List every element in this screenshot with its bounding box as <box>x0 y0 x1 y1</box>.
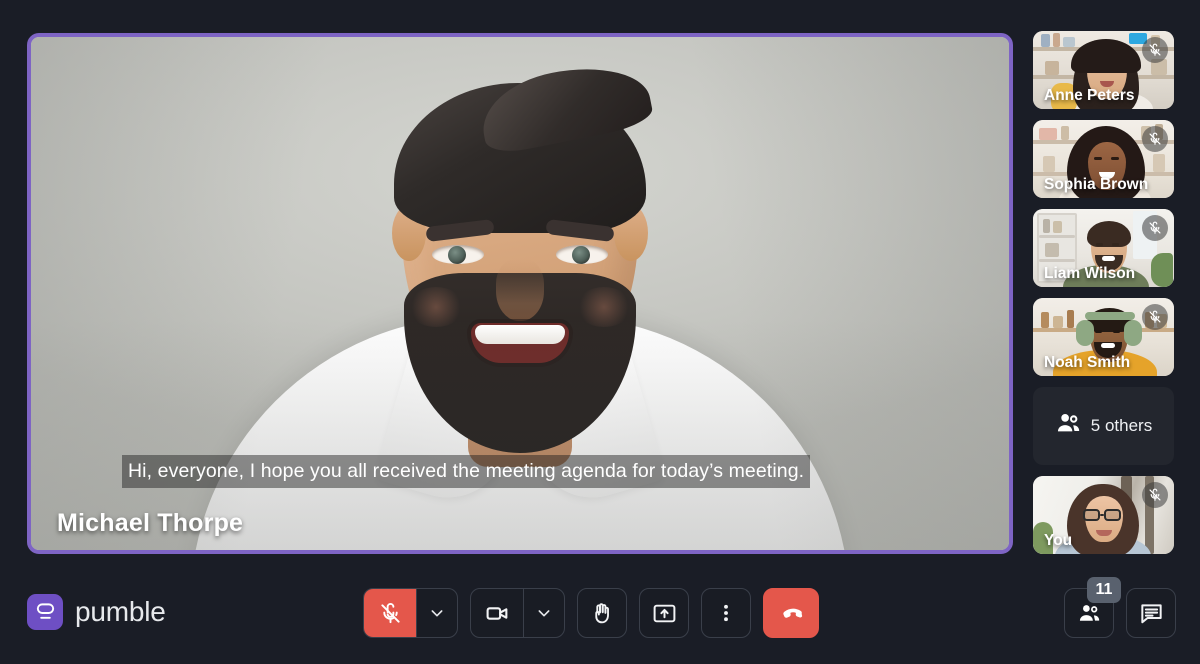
brand-name-label: pumble <box>75 596 166 627</box>
chevron-down-icon <box>429 605 445 621</box>
call-toolbar: pumble 11 <box>0 568 1200 664</box>
participant-thumbnail[interactable]: Liam Wilson <box>1033 209 1174 287</box>
end-call-button[interactable] <box>763 588 819 638</box>
participant-name: Liam Wilson <box>1044 265 1136 282</box>
more-options-button[interactable] <box>701 588 751 638</box>
active-speaker-video: Hi, everyone, I hope you all received th… <box>31 37 1009 550</box>
live-caption: Hi, everyone, I hope you all received th… <box>122 455 811 488</box>
more-participants-tile[interactable]: 5 others <box>1033 387 1174 465</box>
secondary-call-controls: 11 <box>1064 577 1176 638</box>
microphone-options-button[interactable] <box>417 589 457 637</box>
participants-button[interactable]: 11 <box>1064 577 1121 638</box>
mic-muted-icon <box>1142 126 1168 152</box>
video-call-window: Hi, everyone, I hope you all received th… <box>0 0 1200 664</box>
raised-hand-icon <box>590 601 615 626</box>
participant-thumbnail[interactable]: Noah Smith <box>1033 298 1174 376</box>
toggle-camera-button[interactable] <box>471 589 523 637</box>
share-screen-icon <box>652 601 677 626</box>
more-vertical-icon <box>715 602 737 624</box>
toggle-microphone-button[interactable] <box>364 589 416 637</box>
mic-muted-icon <box>1142 482 1168 508</box>
participant-thumbnail[interactable]: Anne Peters <box>1033 31 1174 109</box>
mic-muted-icon <box>379 602 402 625</box>
participant-name: Noah Smith <box>1044 354 1131 371</box>
brand-logo: pumble <box>27 594 166 630</box>
people-icon <box>1055 410 1082 442</box>
participants-count-badge: 11 <box>1087 577 1121 603</box>
self-name-label: You <box>1044 532 1073 549</box>
video-camera-icon <box>485 601 510 626</box>
share-screen-button[interactable] <box>639 588 689 638</box>
chevron-down-icon <box>536 605 552 621</box>
more-participants-label: 5 others <box>1090 416 1153 435</box>
end-call-icon <box>777 599 805 627</box>
active-speaker-tile[interactable]: Hi, everyone, I hope you all received th… <box>27 33 1013 554</box>
primary-call-controls <box>363 588 819 638</box>
raise-hand-button[interactable] <box>577 588 627 638</box>
participant-name: Anne Peters <box>1044 87 1135 104</box>
speaker-name-label: Michael Thorpe <box>57 509 244 537</box>
pumble-logo-icon <box>27 594 63 630</box>
camera-control-group[interactable] <box>470 588 565 638</box>
mic-muted-icon <box>1142 215 1168 241</box>
participant-thumbnail[interactable]: Sophia Brown <box>1033 120 1174 198</box>
chat-bubble-icon <box>1139 601 1164 626</box>
people-icon <box>1077 601 1102 626</box>
self-thumbnail[interactable]: You <box>1033 476 1174 554</box>
chat-button[interactable] <box>1126 588 1176 638</box>
mic-muted-icon <box>1142 304 1168 330</box>
microphone-control-group[interactable] <box>363 588 458 638</box>
participant-name: Sophia Brown <box>1044 176 1149 193</box>
mic-muted-icon <box>1142 37 1168 63</box>
camera-options-button[interactable] <box>524 589 564 637</box>
participant-thumbnail-rail[interactable]: Anne Peters Sophia Brown Liam Wilson Noa… <box>1033 31 1174 564</box>
